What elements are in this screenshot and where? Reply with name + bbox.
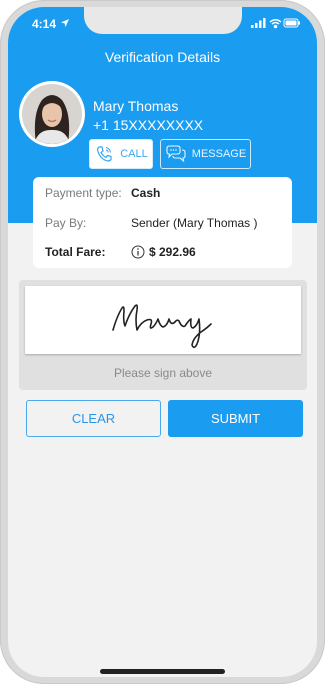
call-label: CALL [120,148,148,160]
chat-bubbles-icon [166,145,186,163]
user-photo [22,84,82,144]
call-button[interactable]: CALL [89,139,153,169]
payment-type-label: Payment type: [45,186,122,200]
signature-pad[interactable] [25,286,301,354]
wifi-icon [269,19,282,29]
home-indicator [100,669,225,674]
message-label: MESSAGE [191,148,247,160]
app-screen: 4:14 Verification Details Mary Thomas +1… [8,7,317,677]
payment-type-value: Cash [131,186,161,200]
pay-by-label: Pay By: [45,216,87,230]
phone-frame: 4:14 Verification Details Mary Thomas +1… [0,0,325,684]
status-icons [251,18,300,29]
message-button[interactable]: MESSAGE [160,139,251,169]
phone-icon [97,146,112,162]
total-fare-value: $ 292.96 [149,245,196,259]
device-notch [84,7,242,34]
user-name: Mary Thomas [93,98,179,114]
submit-button[interactable]: SUBMIT [168,400,303,437]
location-arrow-icon [61,19,69,27]
avatar [19,81,85,147]
page-title: Verification Details [104,49,221,65]
fare-details-card: Payment type: Cash Pay By: Sender (Mary … [33,177,292,268]
battery-icon [283,18,300,28]
pay-by-value: Sender (Mary Thomas ) [131,216,258,230]
total-fare-label: Total Fare: [45,245,106,259]
user-phone: +1 15XXXXXXXX [93,117,204,133]
signature-panel: Please sign above [19,280,307,390]
status-time: 4:14 [32,17,57,31]
info-icon[interactable] [131,245,145,259]
clear-button[interactable]: CLEAR [26,400,161,437]
signature-hint: Please sign above [113,366,213,380]
signature-drawing [112,304,212,349]
signal-icon [251,18,266,28]
total-fare-value-wrap: $ 292.96 [131,245,196,259]
